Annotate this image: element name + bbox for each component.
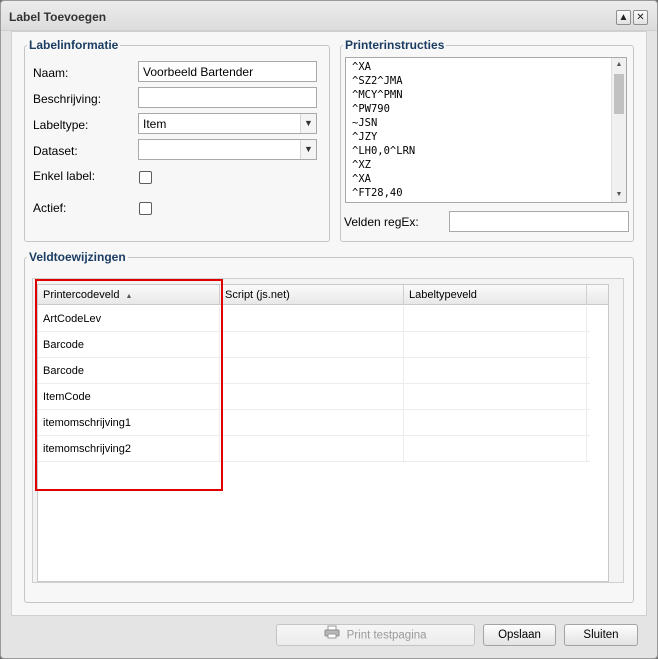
label-toevoegen-dialog: Label Toevoegen ▲ ✕ Labelinformatie Naam… [0,0,658,659]
printer-code-line: ^XA [352,61,371,73]
chevron-down-icon[interactable]: ▼ [300,114,316,133]
dataset-label: Dataset: [33,144,78,158]
print-testpagina-button[interactable]: Print testpagina [276,624,475,646]
scroll-down-icon[interactable]: ▼ [612,188,626,202]
table-cell[interactable] [220,306,404,332]
printer-code-line: ^XA [352,173,371,185]
scrollbar-thumb[interactable] [614,74,624,114]
table-cell[interactable] [220,384,404,410]
table-cell[interactable] [404,332,587,358]
title-bar[interactable]: Label Toevoegen ▲ ✕ [1,1,657,31]
print-testpagina-label: Print testpagina [346,629,427,642]
chevron-down-icon[interactable]: ▼ [300,140,316,159]
printer-code-line: ^SZ2^JMA [352,75,403,87]
scroll-up-icon[interactable]: ▲ [612,58,626,72]
opslaan-button[interactable]: Opslaan [483,624,556,646]
labeltype-select[interactable]: Item ▼ [138,113,317,134]
table-cell[interactable] [220,332,404,358]
printerinstructies-textarea[interactable]: ^XA ^SZ2^JMA ^MCY^PMN ^PW790 ~JSN ^JZY ^LH0,0^… [345,57,627,203]
printer-icon [324,625,340,646]
table-cell[interactable] [404,410,587,436]
beschrijving-input[interactable] [138,87,317,108]
table-cell[interactable] [220,436,404,462]
velden-regex-input[interactable] [449,211,629,232]
table-cell[interactable] [404,384,587,410]
naam-label: Naam: [33,66,69,80]
table-cell[interactable] [220,358,404,384]
naam-input[interactable]: Voorbeeld Bartender [138,61,317,82]
textarea-scrollbar[interactable]: ▲ ▼ [611,58,626,202]
dataset-select[interactable]: ▼ [138,139,317,160]
labeltype-label: Labeltype: [33,118,89,132]
column-header-spacer [587,285,608,305]
sluiten-button[interactable]: Sluiten [564,624,638,646]
printer-code-line: ^CI0 [352,200,415,202]
printer-code-line: ^LH0,0^LRN [352,145,416,157]
table-cell[interactable] [220,410,404,436]
printer-code-line: ^PW790 [352,103,390,115]
printer-code-line: ^FT28,40 [352,187,403,199]
printer-code-line: ^XZ [352,159,371,171]
beschrijving-label: Beschrijving: [33,92,102,106]
printer-code-lines: ^XA ^SZ2^JMA ^MCY^PMN ^PW790 ~JSN ^JZY ^LH0,0^… [352,60,416,202]
actief-checkbox[interactable] [139,202,152,215]
velden-regex-label: Velden regEx: [344,215,419,229]
actief-label: Actief: [33,201,67,215]
printerinstructies-legend: Printerinstructies [345,38,445,52]
dialog-title: Label Toevoegen [9,10,107,24]
enkel-label-label: Enkel label: [33,169,96,183]
column-header-labeltypeveld[interactable]: Labeltypeveld [404,285,587,305]
veldtoewijzingen-legend: Veldtoewijzingen [29,250,126,264]
close-button[interactable]: ✕ [633,10,648,25]
printer-code-line: ^JZY [352,131,378,143]
enkel-label-checkbox[interactable] [139,171,152,184]
minimize-button[interactable]: ▲ [616,10,631,25]
table-cell[interactable] [404,358,587,384]
highlight-box [35,279,223,491]
labeltype-value: Item [143,117,167,131]
labelinformatie-legend: Labelinformatie [29,38,119,52]
table-cell[interactable] [404,436,587,462]
column-header-script[interactable]: Script (js.net) [220,285,404,305]
printer-code-line: ~JSN [352,117,378,129]
table-cell[interactable] [404,306,587,332]
printer-code-line: ^MCY^PMN [352,89,403,101]
